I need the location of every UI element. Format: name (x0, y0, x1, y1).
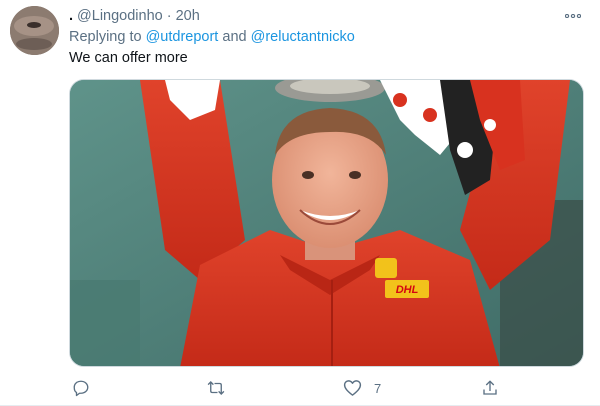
replying-prefix: Replying to (69, 29, 142, 45)
timestamp[interactable]: 20h (176, 8, 200, 24)
media-photo: DHL (70, 80, 583, 366)
tweet-media[interactable]: DHL (69, 79, 584, 367)
share-button[interactable] (481, 376, 499, 400)
sponsor-text: DHL (396, 284, 419, 296)
user-handle[interactable]: @Lingodinho (77, 8, 163, 24)
retweet-icon (207, 381, 225, 395)
mention-reluctantnicko[interactable]: @reluctantnicko (251, 29, 355, 45)
reply-icon (73, 380, 89, 397)
more-dots-icon (565, 14, 581, 18)
more-options-button[interactable] (562, 8, 584, 24)
mention-joiner: and (222, 29, 247, 45)
share-icon (483, 380, 497, 395)
avatar-image (10, 6, 59, 55)
reply-button[interactable] (72, 376, 90, 400)
display-name[interactable]: . (69, 8, 73, 24)
like-button[interactable]: 7 (343, 376, 381, 400)
mention-utdreport[interactable]: @utdreport (146, 29, 219, 45)
avatar[interactable] (10, 6, 59, 55)
separator: · (166, 8, 172, 24)
retweet-button[interactable] (206, 376, 226, 400)
tweet-text: We can offer more (69, 50, 188, 66)
tweet-header: . @Lingodinho · 20h (69, 6, 200, 26)
tweet[interactable]: . @Lingodinho · 20h Replying to @utdrepo… (0, 0, 600, 406)
heart-icon (343, 380, 362, 396)
like-count: 7 (374, 380, 382, 396)
tweet-actions: 7 (69, 376, 509, 400)
replying-to: Replying to @utdreport and @reluctantnic… (69, 29, 355, 45)
